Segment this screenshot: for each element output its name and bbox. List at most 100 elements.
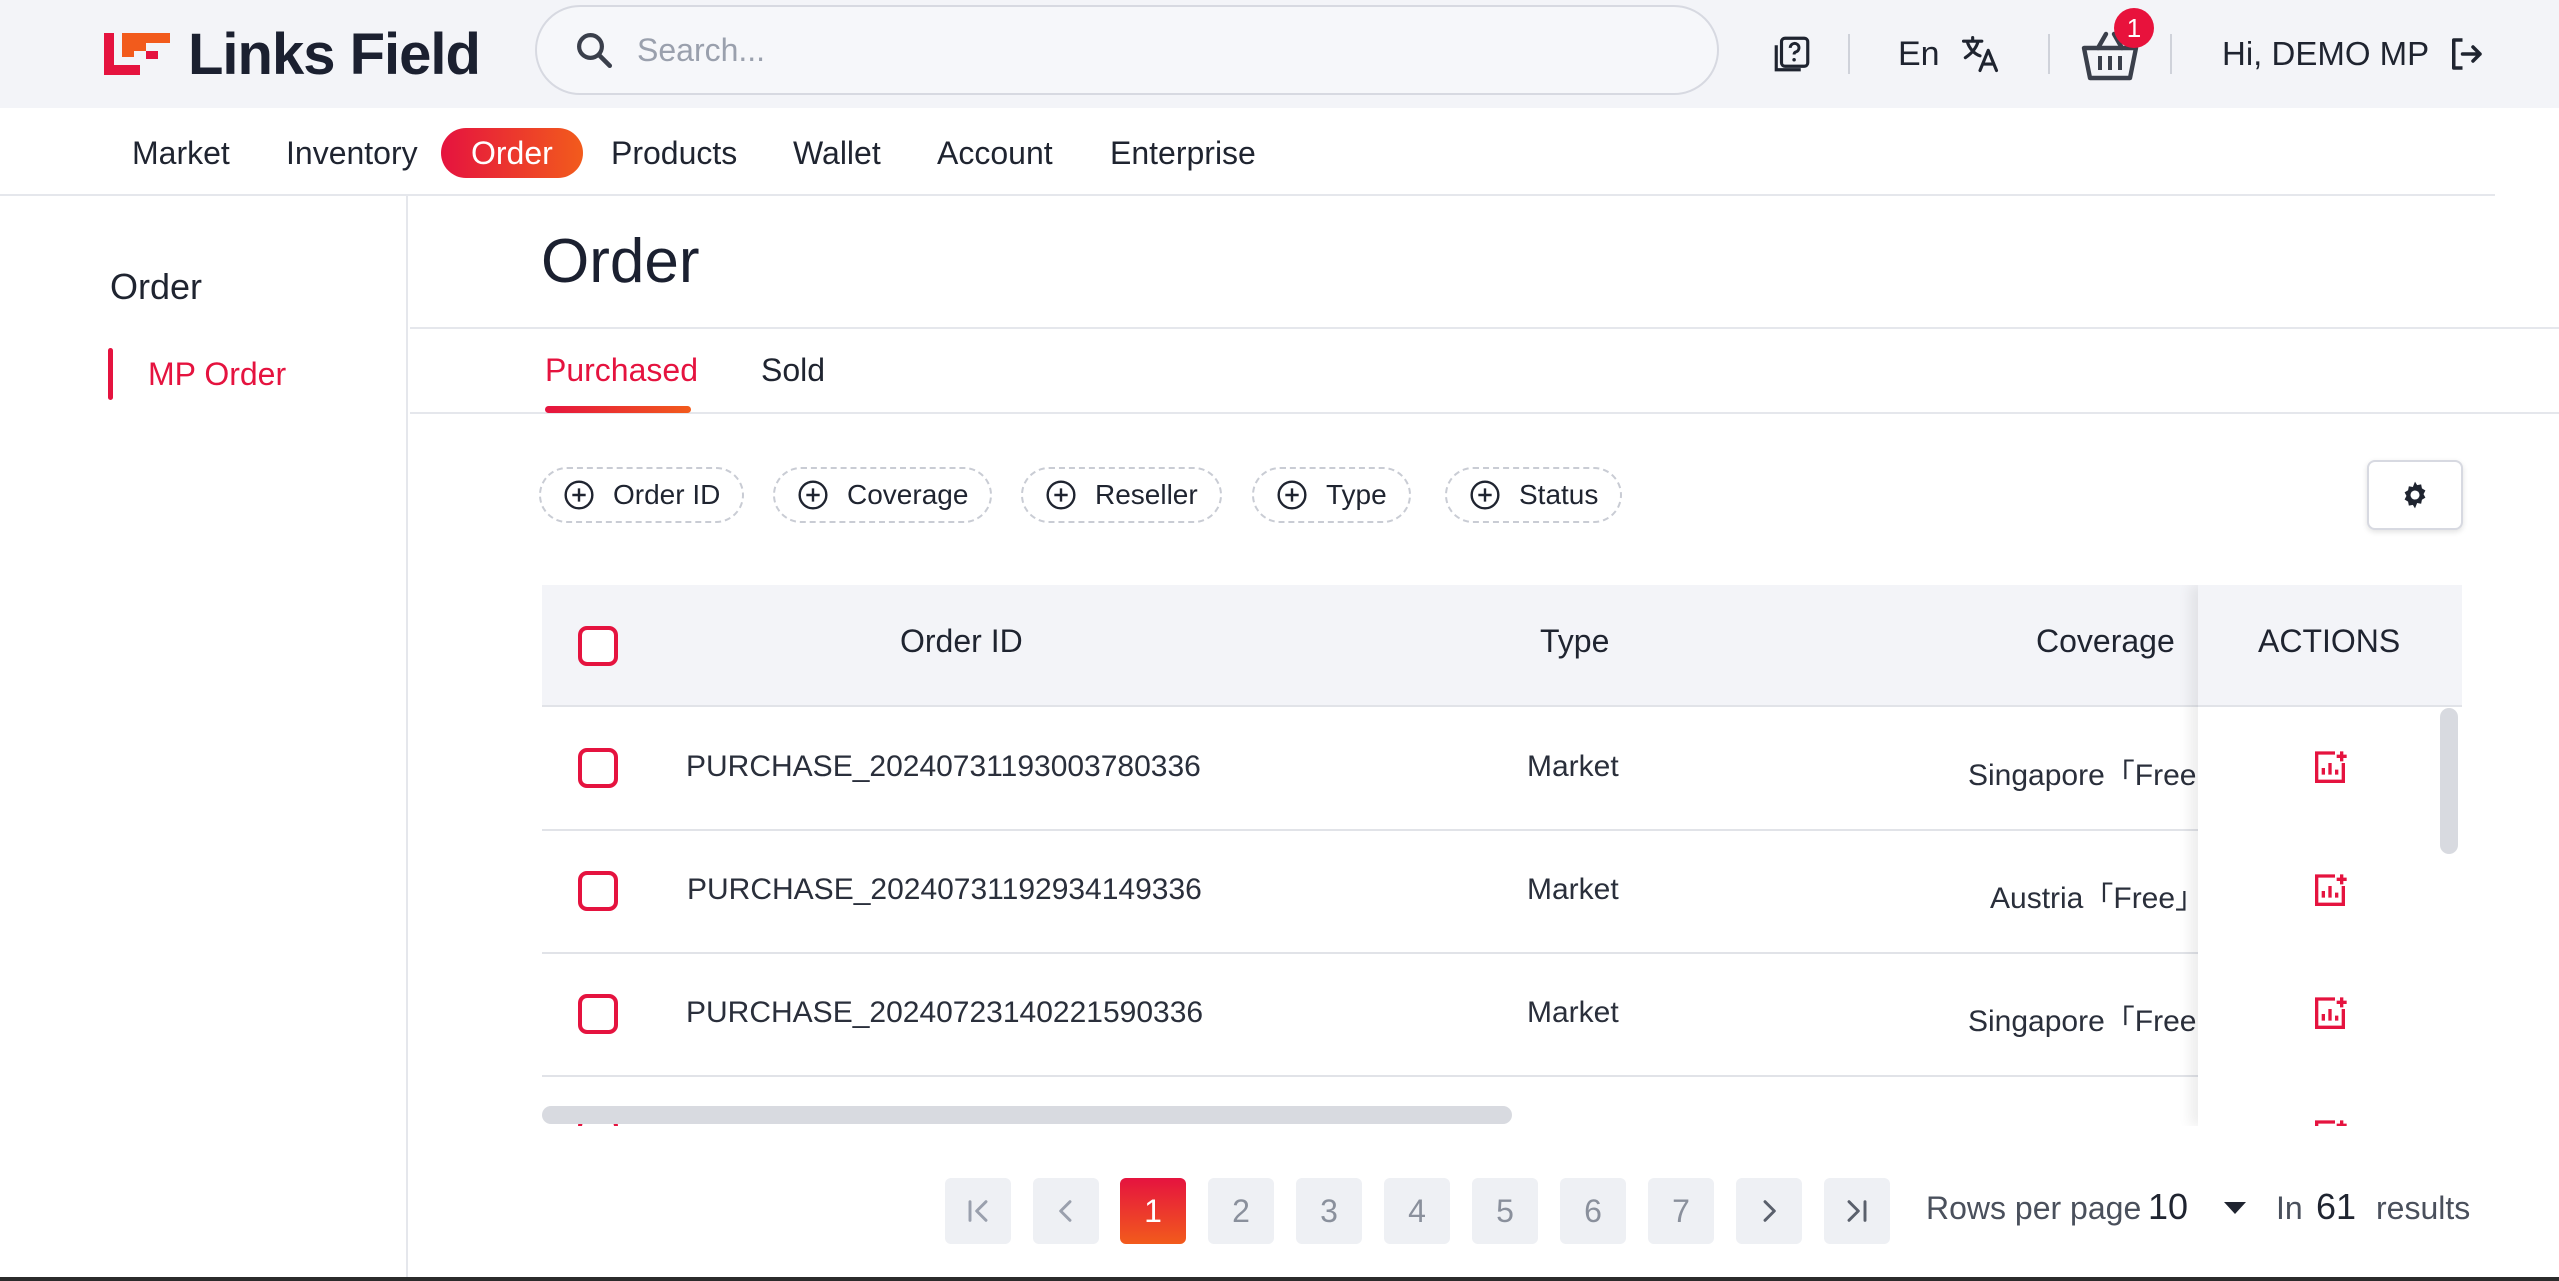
actions-header: ACTIONS	[2198, 585, 2462, 707]
add-circle-icon	[564, 480, 594, 510]
header-divider	[2170, 34, 2172, 74]
type-cell: Market	[1527, 750, 1619, 783]
links-field-logo[interactable]: Links Field	[100, 22, 481, 87]
filter-type[interactable]: Type	[1252, 467, 1411, 523]
nav-item-account[interactable]: Account	[937, 128, 1053, 178]
cart-count-badge: 1	[2114, 8, 2154, 48]
nav-item-products[interactable]: Products	[611, 128, 737, 178]
next-page-button[interactable]	[1736, 1178, 1802, 1244]
first-page-button[interactable]	[945, 1178, 1011, 1244]
column-header-type[interactable]: Type	[1540, 623, 1609, 660]
active-tab-underline	[545, 406, 691, 413]
add-circle-icon	[1277, 480, 1307, 510]
divider	[410, 412, 2559, 414]
filter-status[interactable]: Status	[1445, 467, 1623, 523]
coverage-cell: Singapore「Free	[1968, 759, 2197, 792]
results-label: results	[2376, 1190, 2471, 1226]
logo-mark-icon	[104, 33, 170, 75]
nav-item-order[interactable]: Order	[441, 128, 583, 178]
filter-label: Reseller	[1095, 479, 1198, 510]
logout-icon[interactable]	[2445, 33, 2487, 75]
in-label: In	[2276, 1190, 2303, 1226]
filter-order-id[interactable]: Order ID	[539, 467, 745, 523]
help-icon[interactable]	[1770, 30, 1814, 78]
add-circle-icon	[1470, 480, 1500, 510]
table-row[interactable]: PURCHASE_20240731193003780336 Market Sin…	[542, 708, 2462, 831]
page-button-6[interactable]: 6	[1560, 1178, 1626, 1244]
app-name: Links Field	[188, 21, 481, 87]
nav-item-enterprise[interactable]: Enterprise	[1110, 128, 1256, 178]
add-chart-icon[interactable]	[2310, 871, 2350, 911]
search-input[interactable]	[637, 31, 1637, 69]
user-menu[interactable]: Hi, DEMO MP	[2222, 28, 2487, 80]
rows-per-page-value[interactable]: 10	[2148, 1186, 2188, 1228]
divider	[410, 327, 2559, 329]
search-icon	[577, 33, 613, 69]
page-button-4[interactable]: 4	[1384, 1178, 1450, 1244]
coverage-cell: Singapore「Free	[1968, 1005, 2197, 1038]
filter-label: Coverage	[847, 479, 969, 510]
actions-column: ACTIONS	[2198, 585, 2462, 1126]
add-chart-icon[interactable]	[2310, 1117, 2350, 1126]
sidebar-title: Order	[110, 266, 203, 307]
row-checkbox[interactable]	[578, 994, 618, 1034]
add-chart-icon[interactable]	[2310, 994, 2350, 1034]
top-header: Links Field En 1 Hi, DEM	[0, 0, 2559, 108]
filter-reseller[interactable]: Reseller	[1021, 467, 1222, 523]
select-all-checkbox[interactable]	[578, 626, 618, 666]
table-header: Order ID Type Coverage	[542, 585, 2462, 707]
table-row[interactable]: PURCHASE_20240731192934149336 Market Aus…	[542, 831, 2462, 954]
filter-label: Type	[1326, 479, 1387, 510]
sidebar-item-mp-order[interactable]: MP Order	[108, 348, 287, 400]
column-header-actions: ACTIONS	[2258, 623, 2401, 659]
tab-sold[interactable]: Sold	[761, 352, 825, 389]
row-checkbox[interactable]	[578, 871, 618, 911]
type-cell: Market	[1527, 873, 1619, 906]
add-circle-icon	[798, 480, 828, 510]
window-bottom-edge	[0, 1277, 2559, 1281]
gear-icon	[2404, 481, 2426, 509]
table-row[interactable]: PURCHASE_20240723140221590336 Market Sin…	[542, 954, 2462, 1077]
main-nav: Market Inventory Order Products Wallet A…	[0, 108, 2495, 196]
rows-per-page-label: Rows per page	[1926, 1190, 2142, 1226]
tab-purchased[interactable]: Purchased	[545, 352, 698, 389]
page-button-3[interactable]: 3	[1296, 1178, 1362, 1244]
prev-page-button[interactable]	[1033, 1178, 1099, 1244]
column-header-coverage[interactable]: Coverage	[2036, 623, 2175, 660]
filter-coverage[interactable]: Coverage	[773, 467, 993, 523]
orders-table: Order ID Type Coverage PURCHASE_20240731…	[542, 585, 2462, 1126]
first-page-icon	[968, 1200, 988, 1222]
horizontal-scrollbar[interactable]	[542, 1106, 1512, 1124]
language-label: En	[1898, 34, 1940, 73]
page-button-7[interactable]: 7	[1648, 1178, 1714, 1244]
total-results-count: 61	[2316, 1186, 2357, 1227]
active-indicator	[108, 348, 113, 400]
filter-label: Order ID	[613, 479, 721, 510]
nav-item-inventory[interactable]: Inventory	[286, 128, 418, 178]
sidebar-item-label: MP Order	[148, 355, 287, 392]
row-checkbox[interactable]	[578, 748, 618, 788]
filter-label: Status	[1519, 479, 1599, 510]
user-greeting: Hi, DEMO MP	[2222, 35, 2430, 72]
vertical-scrollbar[interactable]	[2440, 708, 2458, 854]
header-divider	[1848, 34, 1850, 74]
sidebar: Order MP Order	[0, 196, 408, 1281]
page-button-2[interactable]: 2	[1208, 1178, 1274, 1244]
column-header-order-id[interactable]: Order ID	[900, 623, 1023, 660]
last-page-button[interactable]	[1824, 1178, 1890, 1244]
nav-item-wallet[interactable]: Wallet	[793, 128, 881, 178]
page-title: Order	[541, 227, 700, 296]
table-settings-button[interactable]	[2367, 460, 2463, 530]
search-bar[interactable]	[535, 5, 1719, 95]
chevron-down-icon[interactable]	[2224, 1202, 2246, 1214]
type-cell: Market	[1527, 996, 1619, 1029]
language-selector[interactable]: En	[1898, 28, 2002, 80]
page-button-5[interactable]: 5	[1472, 1178, 1538, 1244]
nav-item-market[interactable]: Market	[132, 128, 230, 178]
add-chart-icon[interactable]	[2310, 748, 2350, 788]
coverage-cell: Austria「Free」	[1990, 882, 2206, 915]
page-button-1[interactable]: 1	[1120, 1178, 1186, 1244]
add-circle-icon	[1046, 480, 1076, 510]
translate-icon	[1961, 35, 1998, 73]
last-page-icon	[1847, 1200, 1867, 1222]
